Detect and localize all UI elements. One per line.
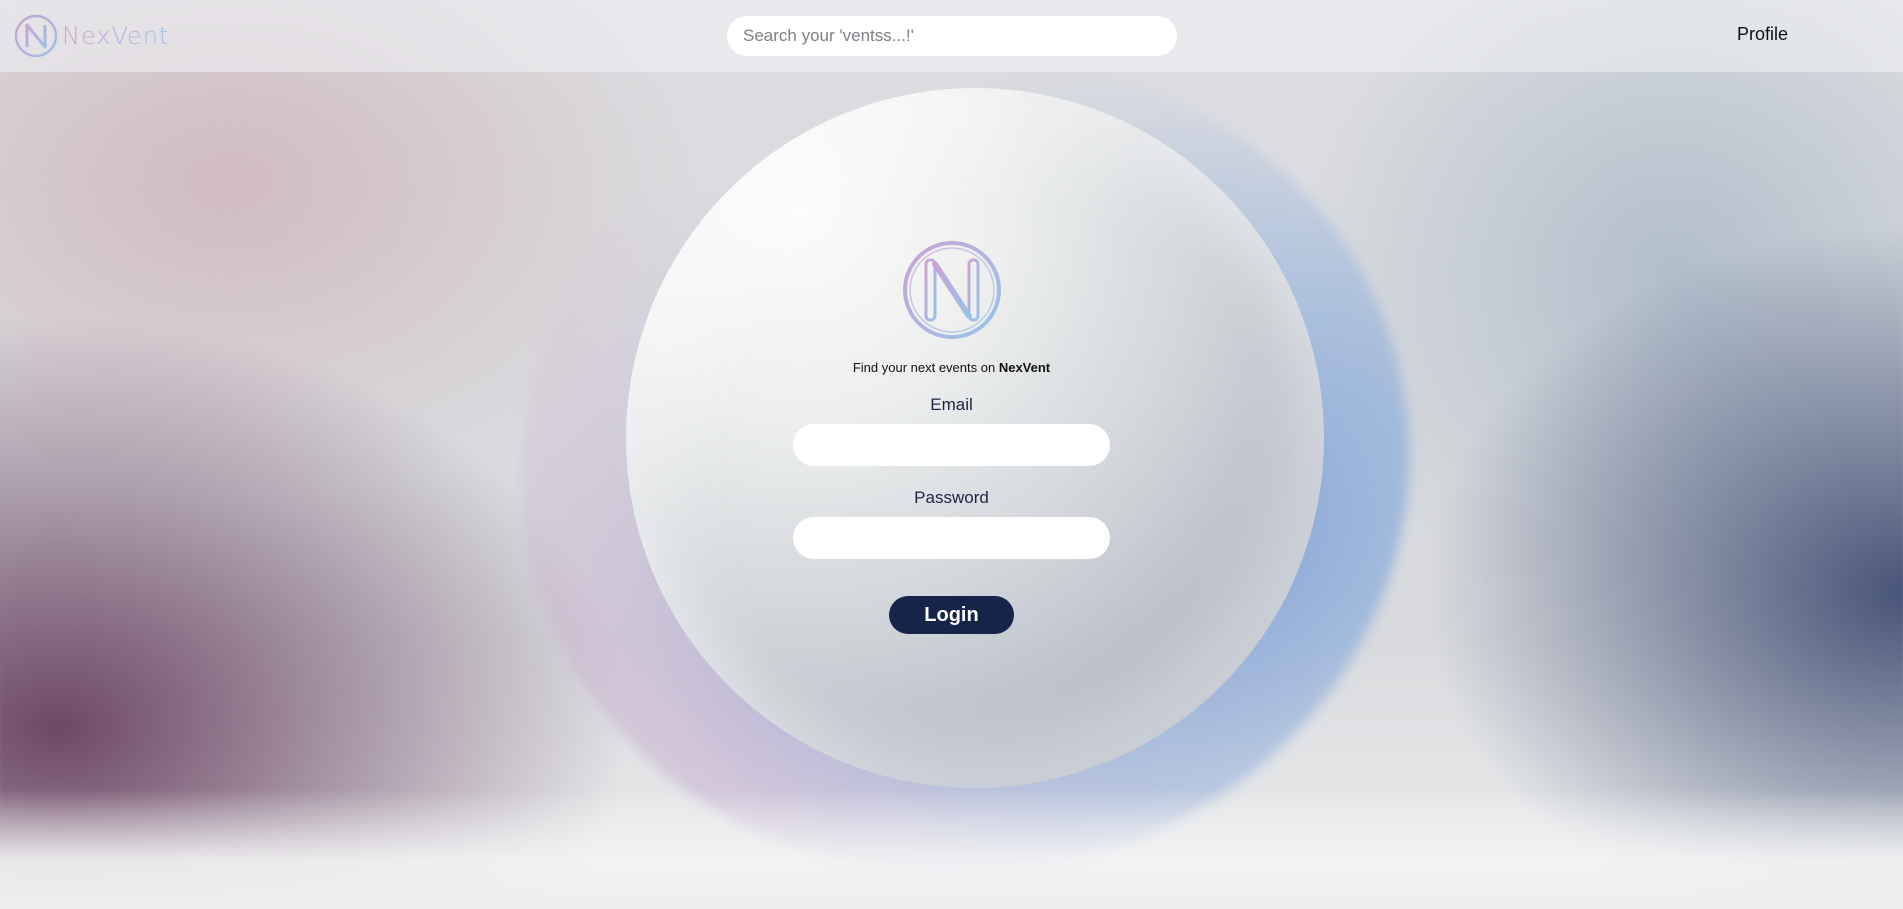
search-input[interactable] (727, 16, 1177, 56)
nexvent-logo-icon (902, 240, 1002, 340)
password-field[interactable] (793, 517, 1110, 559)
brand-home-link[interactable]: NexVent (14, 14, 169, 58)
top-navbar: NexVent Profile (0, 0, 1903, 72)
background-floor (0, 789, 1903, 909)
email-field[interactable] (793, 424, 1110, 466)
email-label: Email (930, 395, 973, 414)
login-form: Find your next events on NexVent Email P… (0, 240, 1903, 634)
login-button[interactable]: Login (889, 596, 1014, 634)
tagline-brand: NexVent (998, 360, 1051, 375)
profile-link[interactable]: Profile (1737, 24, 1788, 45)
password-label: Password (914, 488, 989, 507)
login-tagline: Find your next events on NexVent (853, 360, 1050, 375)
brand-name: NexVent (62, 22, 170, 50)
tagline-text: Find your next events on (852, 360, 999, 375)
nexvent-logo-icon (14, 14, 58, 58)
